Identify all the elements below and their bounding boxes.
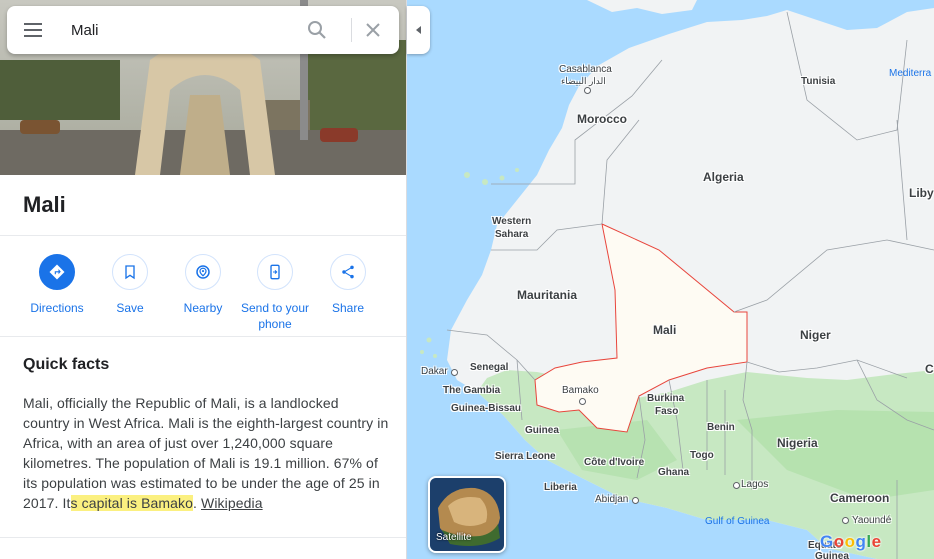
city-label-casablanca[interactable]: Casablanca bbox=[559, 64, 612, 75]
water-label-gulf-of-guinea: Gulf of Guinea bbox=[705, 516, 770, 527]
share-button[interactable]: Share bbox=[305, 254, 391, 316]
quick-facts-punct: . bbox=[193, 495, 202, 511]
country-label-tunisia[interactable]: Tunisia bbox=[801, 76, 835, 87]
country-label-libya[interactable]: Liby bbox=[909, 186, 934, 200]
chevron-left-icon bbox=[415, 26, 421, 34]
city-dot-casablanca bbox=[584, 87, 591, 94]
place-panel: Mali Directions Save Nearby Send to yo bbox=[0, 0, 407, 559]
wikipedia-link[interactable]: Wikipedia bbox=[201, 495, 263, 511]
country-label-guinea[interactable]: Guinea bbox=[525, 425, 559, 436]
city-label-bamako[interactable]: Bamako bbox=[562, 385, 599, 396]
city-label-yaounde[interactable]: Yaoundé bbox=[852, 515, 891, 526]
maps-app: Casablanca الدار البيضاء Morocco Algeria… bbox=[0, 0, 934, 559]
country-label-ghana[interactable]: Ghana bbox=[658, 467, 689, 478]
country-label-mauritania[interactable]: Mauritania bbox=[517, 288, 577, 302]
city-label-dakar[interactable]: Dakar bbox=[421, 366, 448, 377]
country-label-guinea-bissau[interactable]: Guinea-Bissau bbox=[451, 403, 521, 414]
place-title: Mali bbox=[23, 192, 66, 217]
quick-facts-text: Mali, officially the Republic of Mali, i… bbox=[23, 393, 389, 513]
city-dot-bamako bbox=[579, 398, 586, 405]
country-label-liberia[interactable]: Liberia bbox=[544, 482, 577, 493]
phone-icon bbox=[257, 254, 293, 290]
country-label-togo[interactable]: Togo bbox=[690, 450, 714, 461]
city-dot-lagos bbox=[733, 482, 740, 489]
country-label-burkina-faso-1[interactable]: Burkina bbox=[647, 393, 684, 404]
country-label-guinea-partial[interactable]: Guinea bbox=[815, 551, 849, 559]
bookmark-icon bbox=[112, 254, 148, 290]
search-input[interactable] bbox=[71, 16, 291, 44]
search-icon[interactable] bbox=[305, 18, 329, 42]
city-dot-yaounde bbox=[842, 517, 849, 524]
directions-icon bbox=[39, 254, 75, 290]
country-label-chad[interactable]: C bbox=[925, 362, 934, 376]
country-label-morocco[interactable]: Morocco bbox=[577, 112, 627, 126]
country-label-sierra-leone[interactable]: Sierra Leone bbox=[495, 451, 556, 462]
country-label-niger[interactable]: Niger bbox=[800, 328, 831, 342]
nearby-icon bbox=[185, 254, 221, 290]
share-icon bbox=[330, 254, 366, 290]
menu-icon[interactable] bbox=[21, 18, 45, 42]
country-label-algeria[interactable]: Algeria bbox=[703, 170, 744, 184]
city-label-abidjan[interactable]: Abidjan bbox=[595, 494, 628, 505]
country-label-western-sahara-2[interactable]: Sahara bbox=[495, 229, 528, 240]
quick-facts-heading: Quick facts bbox=[23, 356, 110, 373]
city-label-casablanca-ar: الدار البيضاء bbox=[561, 76, 606, 86]
satellite-layer-button[interactable]: Satellite bbox=[428, 476, 506, 553]
country-label-nigeria[interactable]: Nigeria bbox=[777, 436, 818, 450]
country-label-benin[interactable]: Benin bbox=[707, 422, 735, 433]
share-label: Share bbox=[331, 301, 365, 315]
divider bbox=[0, 537, 406, 538]
water-label-mediterranean: Mediterra bbox=[889, 68, 932, 79]
quick-facts-body: Mali, officially the Republic of Mali, i… bbox=[23, 395, 389, 511]
quick-facts-highlight: s capital is Bamako bbox=[70, 495, 194, 511]
city-dot-abidjan bbox=[632, 497, 639, 504]
satellite-layer-label: Satellite bbox=[436, 532, 472, 543]
divider bbox=[0, 336, 406, 337]
country-label-senegal[interactable]: Senegal bbox=[470, 362, 508, 373]
search-box bbox=[7, 6, 399, 54]
search-divider bbox=[351, 18, 352, 42]
divider bbox=[0, 235, 406, 236]
city-label-lagos[interactable]: Lagos bbox=[741, 479, 768, 490]
close-icon[interactable] bbox=[361, 18, 385, 42]
country-label-burkina-faso-2[interactable]: Faso bbox=[655, 406, 678, 417]
google-logo: Google bbox=[820, 532, 882, 551]
country-label-cameroon[interactable]: Cameroon bbox=[830, 491, 889, 505]
country-label-western-sahara-1[interactable]: Western bbox=[492, 216, 531, 227]
collapse-panel-button[interactable] bbox=[407, 6, 430, 54]
country-label-the-gambia[interactable]: The Gambia bbox=[443, 385, 500, 396]
country-label-mali[interactable]: Mali bbox=[653, 323, 676, 337]
country-label-cote-divoire[interactable]: Côte d'Ivoire bbox=[584, 457, 644, 468]
city-dot-dakar bbox=[451, 369, 458, 376]
